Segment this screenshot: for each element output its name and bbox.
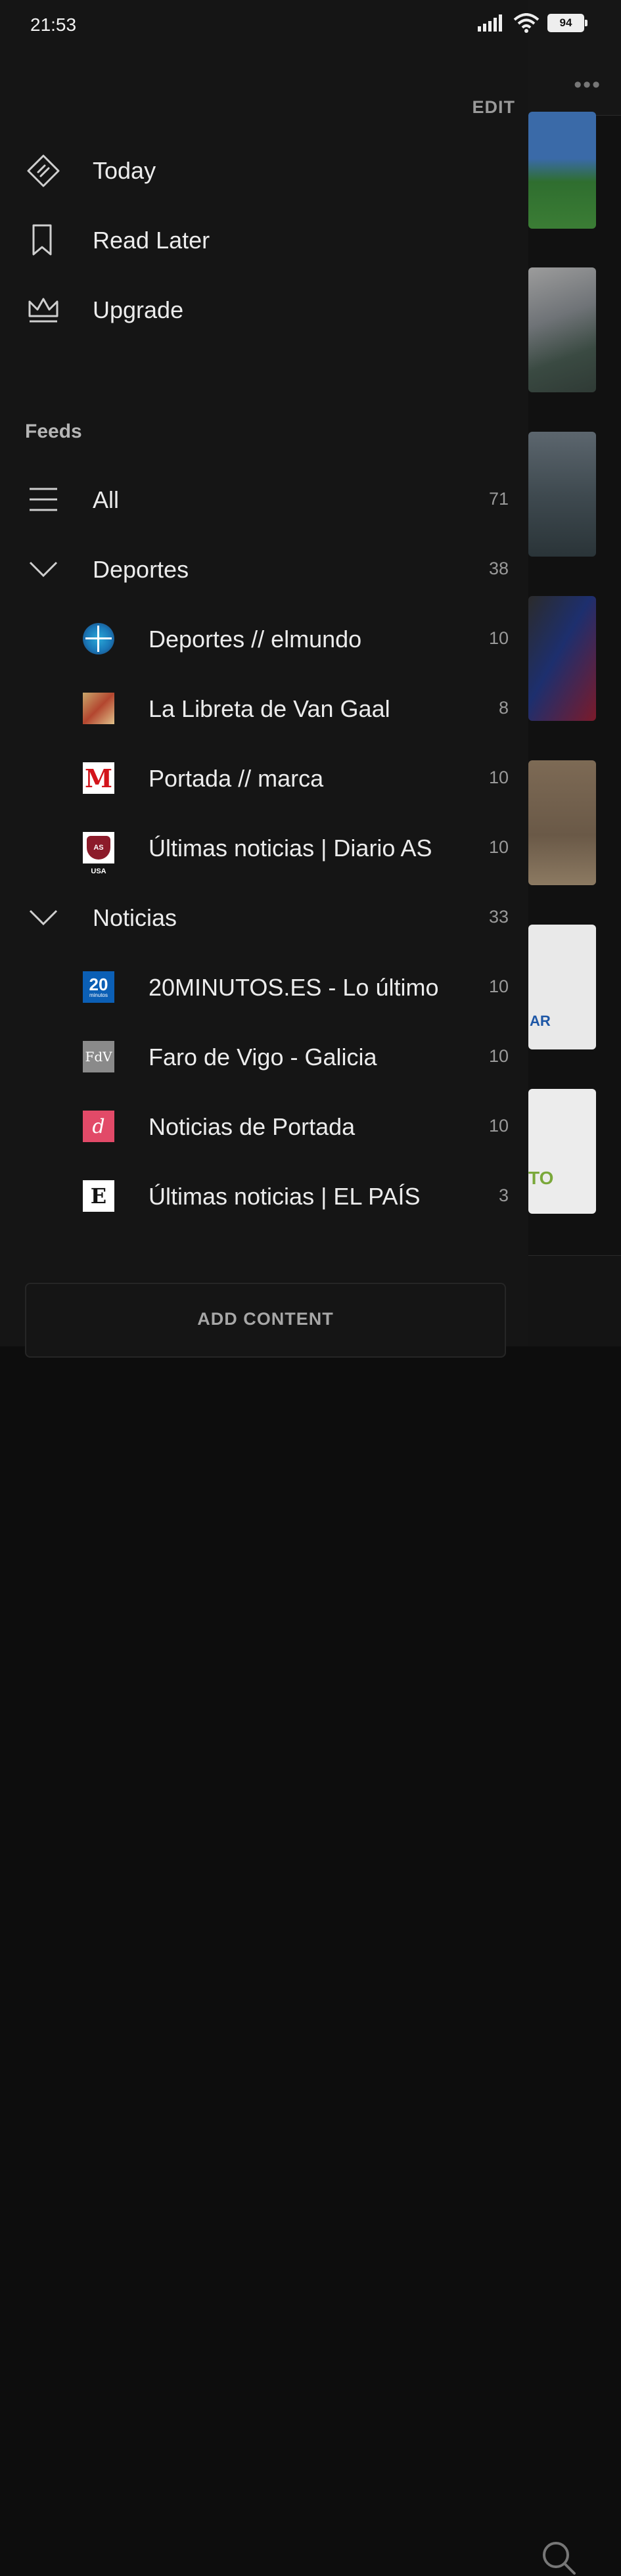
- feed-item[interactable]: La Libreta de Van Gaal 8: [0, 676, 528, 741]
- elpais-favicon-icon: E: [83, 1180, 114, 1212]
- feed-label: 20MINUTOS.ES - Lo último: [149, 974, 439, 1001]
- unread-count: 33: [488, 907, 509, 927]
- status-bar: 21:53 94: [0, 0, 621, 53]
- status-icons: 94: [478, 13, 587, 33]
- feed-label: Últimas noticias | Diario AS: [149, 835, 432, 862]
- feed-item[interactable]: FdV Faro de Vigo - Galicia 10: [0, 1024, 528, 1090]
- feed-label: Noticias de Portada: [149, 1113, 356, 1140]
- article-thumbnail[interactable]: [528, 267, 596, 392]
- unread-count: 10: [488, 837, 509, 857]
- search-icon[interactable]: [540, 2539, 577, 2576]
- feed-group-deportes[interactable]: Deportes 38: [0, 536, 528, 602]
- thumbnail-text: AR: [530, 1013, 551, 1029]
- nav-item-today[interactable]: Today: [0, 138, 528, 204]
- nav-item-upgrade[interactable]: Upgrade: [0, 277, 528, 343]
- unread-count: 10: [488, 977, 509, 996]
- bookmark-icon: [24, 221, 63, 260]
- feed-item[interactable]: M Portada // marca 10: [0, 745, 528, 811]
- as-favicon-text: AS USA: [87, 836, 110, 875]
- unread-count: 38: [488, 559, 509, 578]
- libreta-favicon-icon: [83, 693, 114, 724]
- unread-count: 3: [498, 1185, 509, 1205]
- unread-count: 8: [498, 698, 509, 718]
- favicon-text: 20: [89, 975, 108, 994]
- article-thumbnail[interactable]: [528, 596, 596, 721]
- nav-item-label: Upgrade: [93, 296, 184, 323]
- feed-group-label: Noticias: [93, 904, 177, 931]
- feed-group-label: Deportes: [93, 556, 189, 583]
- feed-item[interactable]: Deportes // elmundo 10: [0, 606, 528, 672]
- feed-label: Faro de Vigo - Galicia: [149, 1044, 377, 1070]
- chevron-down-icon[interactable]: [24, 549, 63, 589]
- unread-count: 10: [488, 1116, 509, 1136]
- unread-count: 10: [488, 768, 509, 787]
- more-options-icon[interactable]: •••: [574, 72, 601, 98]
- feed-item[interactable]: 20 minutos 20MINUTOS.ES - Lo último 10: [0, 954, 528, 1020]
- feed-label: Portada // marca: [149, 765, 324, 792]
- crown-icon: [24, 290, 63, 330]
- battery-indicator: 94: [547, 14, 587, 32]
- unread-count: 71: [488, 489, 509, 509]
- signal-icon: [478, 14, 502, 32]
- article-thumbnail[interactable]: [528, 112, 596, 229]
- feedly-diamond-icon: [24, 151, 63, 191]
- status-time: 21:53: [30, 14, 77, 35]
- list-icon: [24, 480, 63, 519]
- feeds-header: Feeds: [25, 421, 82, 442]
- article-thumbnail[interactable]: TO: [528, 1089, 596, 1214]
- marca-favicon-icon: M: [83, 762, 114, 794]
- nav-item-label: Today: [93, 157, 156, 184]
- nav-item-label: Read Later: [93, 227, 210, 254]
- thumbnail-text: TO: [528, 1168, 554, 1188]
- battery-level: 94: [559, 16, 572, 29]
- elmundo-favicon-icon: [83, 623, 114, 655]
- navigation-drawer: EDIT Today Read Later Upgrade Feeds All …: [0, 0, 528, 1358]
- add-content-label: ADD CONTENT: [197, 1309, 334, 1329]
- feed-all[interactable]: All 71: [0, 467, 528, 532]
- nav-item-read-later[interactable]: Read Later: [0, 208, 528, 273]
- feed-label: La Libreta de Van Gaal: [149, 695, 390, 722]
- as-favicon-icon: AS USA: [83, 832, 114, 875]
- feed-group-noticias[interactable]: Noticias 33: [0, 885, 528, 950]
- feed-label: Deportes // elmundo: [149, 626, 362, 653]
- farodevigo-favicon-icon: FdV: [83, 1041, 114, 1072]
- article-thumbnail[interactable]: [528, 760, 596, 885]
- 20minutos-favicon-icon: 20 minutos: [83, 971, 114, 1003]
- edit-button[interactable]: EDIT: [472, 97, 515, 118]
- noticias-portada-favicon-icon: d: [83, 1111, 114, 1142]
- feed-label: Últimas noticias | EL PAÍS: [149, 1183, 421, 1210]
- unread-count: 10: [488, 628, 509, 648]
- article-thumbnail[interactable]: [528, 432, 596, 557]
- unread-count: 10: [488, 1046, 509, 1066]
- feed-item[interactable]: E Últimas noticias | EL PAÍS 3: [0, 1163, 528, 1229]
- chevron-down-icon[interactable]: [24, 898, 63, 937]
- add-content-button[interactable]: ADD CONTENT: [25, 1283, 506, 1358]
- favicon-subtext: minutos: [89, 992, 108, 998]
- feed-item[interactable]: AS USA Últimas noticias | Diario AS 10: [0, 815, 528, 881]
- feed-item[interactable]: d Noticias de Portada 10: [0, 1093, 528, 1159]
- feed-label: All: [93, 486, 120, 513]
- wifi-icon: [513, 13, 540, 33]
- article-thumbnail[interactable]: AR: [528, 925, 596, 1049]
